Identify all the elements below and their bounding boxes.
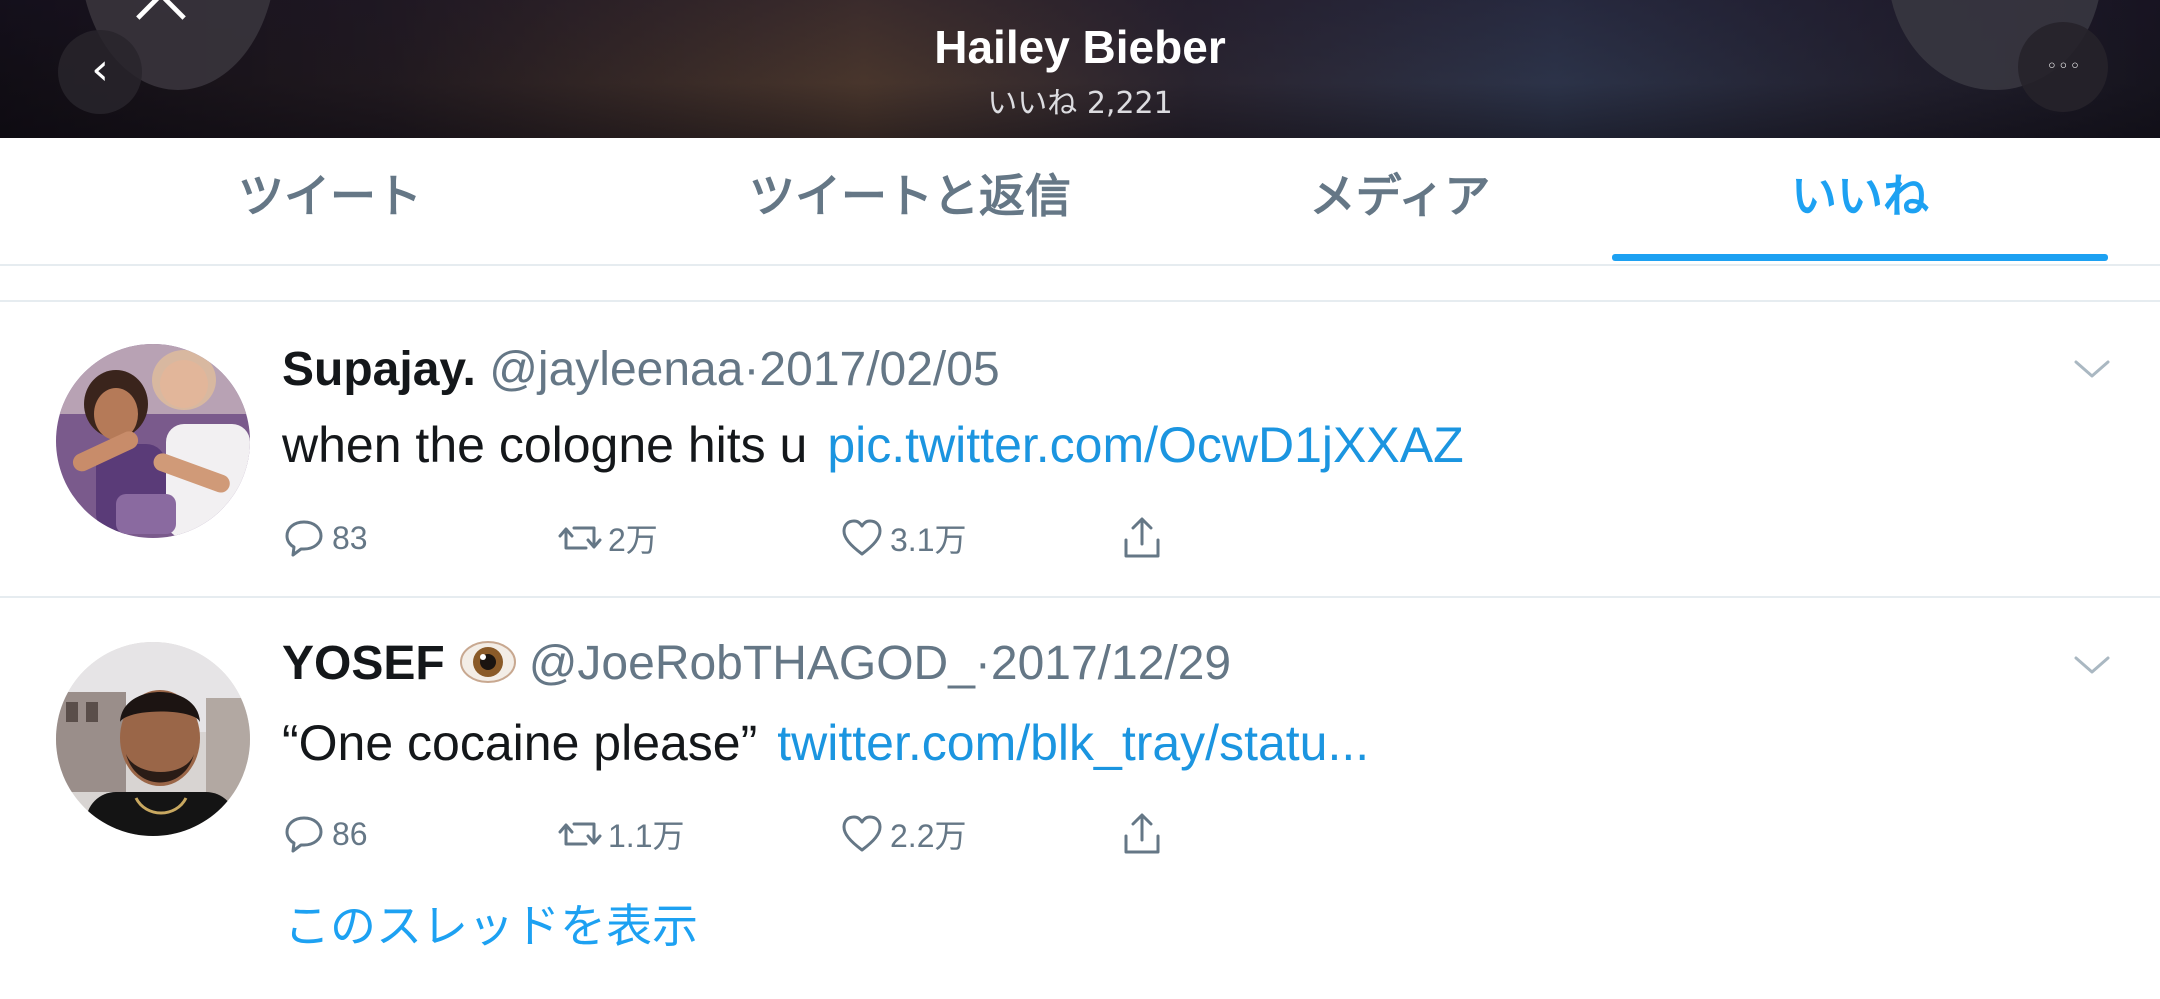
share-button[interactable] — [1120, 804, 1164, 864]
heart-icon — [842, 519, 882, 556]
close-icon[interactable]: × — [116, 0, 206, 40]
chevron-down-icon[interactable] — [2072, 650, 2112, 680]
reply-count: 86 — [332, 815, 368, 852]
tweet-date[interactable]: 2017/02/05 — [759, 343, 999, 396]
chevron-left-icon: ‹ — [91, 44, 109, 95]
chevron-down-icon[interactable] — [2072, 354, 2112, 384]
tweet-header: Supajay. @jayleenaa·2017/02/05 — [282, 338, 1000, 402]
tab-tweets[interactable]: ツイート — [150, 166, 510, 226]
handle[interactable]: @JoeRobTHAGOD_ — [529, 637, 975, 690]
reply-button[interactable]: 83 — [282, 508, 368, 568]
active-tab-indicator — [1612, 254, 2108, 261]
tweet-card[interactable]: YOSEF @JoeRobTHAGOD_·2017/12/29 “One coca… — [0, 598, 2160, 999]
like-count: 3.1万 — [890, 522, 967, 558]
like-count: 2.2万 — [890, 818, 967, 854]
more-icon[interactable]: ◦◦◦ — [2036, 52, 2092, 82]
reply-icon — [285, 816, 323, 853]
retweet-count: 1.1万 — [608, 818, 685, 854]
tab-media[interactable]: メディア — [1250, 166, 1550, 226]
profile-name: Hailey Bieber — [934, 21, 1226, 73]
tweet-card[interactable]: Supajay. @jayleenaa·2017/02/05 when the … — [0, 302, 2160, 598]
tab-tweets-and-replies[interactable]: ツイートと返信 — [680, 166, 1140, 226]
separator-dot: · — [974, 637, 991, 690]
eye-icon — [459, 641, 516, 683]
twitter-profile-likes-screen: ‹ × ◦◦◦ Hailey Bieber いいね 2,221 ツイート ツイー… — [0, 0, 2160, 999]
profile-tabs: ツイート ツイートと返信 メディア いいね — [0, 138, 2160, 266]
tweet-body: when the cologne hits u — [282, 417, 808, 473]
retweet-icon — [558, 526, 602, 550]
retweet-count: 2万 — [608, 522, 658, 558]
avatar[interactable] — [56, 344, 250, 538]
reply-count: 83 — [332, 519, 368, 556]
tweet-body: “One cocaine please” — [282, 715, 758, 771]
reply-button[interactable]: 86 — [282, 804, 368, 864]
like-button[interactable]: 2.2万 — [840, 804, 967, 864]
retweet-button[interactable]: 2万 — [558, 508, 658, 568]
tweet-actions: 83 2万 3.1万 — [282, 508, 1282, 568]
separator-dot: · — [743, 343, 760, 396]
likes-count: いいね 2,221 — [987, 86, 1173, 121]
share-icon — [1124, 517, 1160, 558]
profile-header: ‹ × ◦◦◦ Hailey Bieber いいね 2,221 — [0, 0, 2160, 138]
avatar[interactable] — [56, 642, 250, 836]
show-thread-link[interactable]: このスレッドを表示 — [284, 896, 698, 956]
tweet-link[interactable]: twitter.com/blk_tray/statu... — [777, 715, 1369, 771]
retweet-icon — [558, 822, 602, 846]
tweet-date[interactable]: 2017/12/29 — [991, 637, 1231, 690]
reply-icon — [285, 520, 323, 557]
display-name[interactable]: Supajay. — [282, 343, 476, 396]
share-button[interactable] — [1120, 508, 1164, 568]
heart-icon — [842, 815, 882, 852]
tweet-text: “One cocaine please” twitter.com/blk_tray… — [282, 708, 1369, 778]
handle[interactable]: @jayleenaa — [489, 343, 743, 396]
retweet-button[interactable]: 1.1万 — [558, 804, 685, 864]
share-icon — [1124, 813, 1160, 854]
tweet-actions: 86 1.1万 2.2万 — [282, 804, 1282, 864]
divider — [0, 266, 2160, 302]
tab-likes[interactable]: いいね — [1612, 166, 2108, 226]
tweet-text: when the cologne hits u pic.twitter.com/O… — [282, 410, 1464, 480]
tweet-link[interactable]: pic.twitter.com/OcwD1jXXAZ — [827, 417, 1463, 473]
display-name[interactable]: YOSEF — [282, 637, 445, 690]
like-button[interactable]: 3.1万 — [840, 508, 967, 568]
tweet-header: YOSEF @JoeRobTHAGOD_·2017/12/29 — [282, 632, 1231, 696]
